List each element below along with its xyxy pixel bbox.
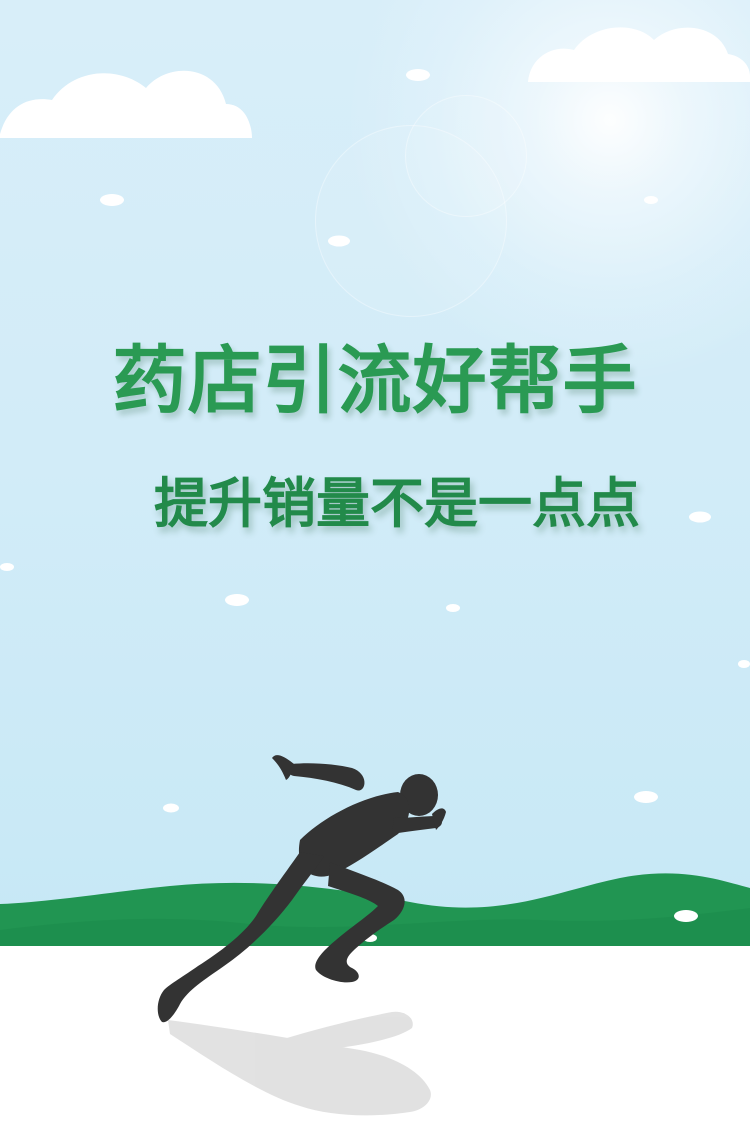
cloud-icon (528, 27, 750, 83)
snowflake-dot-icon (0, 69, 750, 813)
cloud-icon (0, 70, 252, 138)
poster: 药店引流好帮手 提升销量不是一点点 (0, 0, 750, 1134)
scene-illustration (0, 27, 750, 1134)
headline: 药店引流好帮手 (112, 338, 638, 424)
subheadline: 提升销量不是一点点 (154, 472, 640, 535)
